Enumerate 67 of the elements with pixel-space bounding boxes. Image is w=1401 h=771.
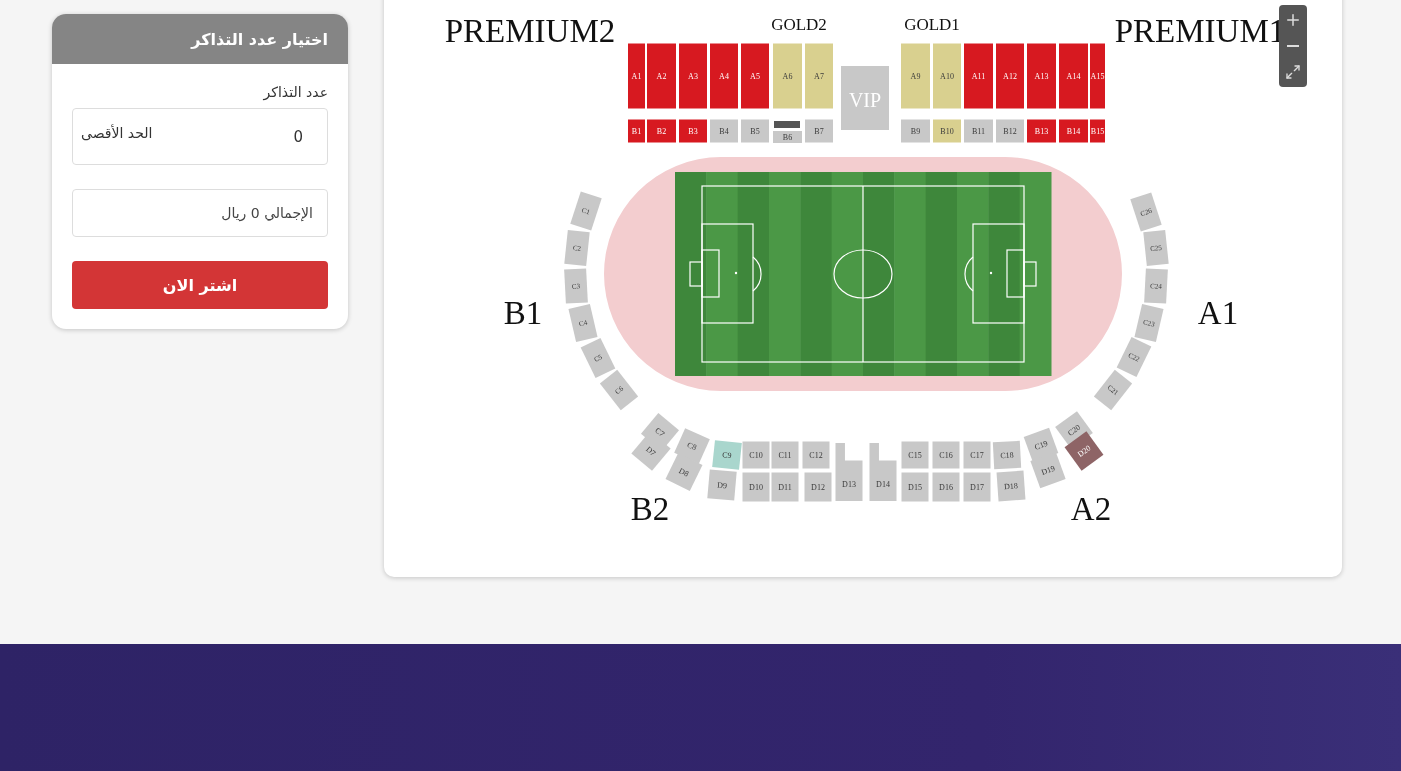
seat-block[interactable]: A3	[679, 43, 707, 109]
seat-block[interactable]: A13	[1027, 43, 1056, 109]
seat-block[interactable]: A10	[933, 43, 961, 109]
buy-button[interactable]: اشتر الان	[72, 261, 328, 309]
seat-block[interactable]: C9	[712, 440, 742, 470]
seat-block[interactable]: D17	[963, 472, 991, 502]
seat-block[interactable]: A4	[710, 43, 738, 109]
seat-block[interactable]: D19	[1030, 451, 1066, 489]
expand-icon	[1285, 64, 1301, 80]
seat-block[interactable]: B6	[773, 131, 802, 143]
zone-label: GOLD2	[771, 15, 827, 34]
seat-block[interactable]: C10	[742, 441, 770, 469]
zone-label: A1	[1197, 295, 1239, 331]
seat-block[interactable]: A7	[805, 43, 833, 109]
seat-block[interactable]: D13	[835, 443, 863, 501]
seat-block[interactable]: B2	[647, 119, 676, 143]
seat-block[interactable]: B7	[805, 119, 833, 143]
seat-block[interactable]: A2	[647, 43, 676, 109]
zone-label: B2	[630, 491, 670, 527]
seat-block[interactable]: A9	[901, 43, 930, 109]
seat-block[interactable]: A15	[1090, 43, 1105, 109]
seat-block[interactable]: C12	[802, 441, 830, 469]
seat-block[interactable]: D9	[707, 469, 737, 501]
seat-block[interactable]: B1	[628, 119, 645, 143]
plus-icon	[1284, 11, 1302, 29]
panel-title: اختيار عدد التذاكر	[191, 29, 328, 49]
zone-label: PREMIUM2	[444, 13, 616, 49]
seat-block[interactable]: D11	[771, 472, 799, 502]
seat-block[interactable]: A12	[996, 43, 1024, 109]
seat-block[interactable]: B4	[710, 119, 738, 143]
seat-block[interactable]: B12	[996, 119, 1024, 143]
seat-block[interactable]: A11	[964, 43, 993, 109]
seat-block[interactable]: A1	[628, 43, 645, 109]
seat-block[interactable]: A14	[1059, 43, 1088, 109]
seat-block[interactable]: D14	[869, 443, 897, 501]
field-label: عدد التذاكر	[263, 84, 328, 100]
seat-block[interactable]: B9	[901, 119, 930, 143]
seat-block[interactable]: B5	[741, 119, 769, 143]
seat-block[interactable]: C8	[674, 428, 710, 464]
zone-label: B1	[503, 295, 543, 331]
seat-block[interactable]: C11	[771, 441, 799, 469]
zone-label: A2	[1070, 491, 1112, 527]
seat-block[interactable]: C18	[992, 440, 1022, 470]
sign-plate	[774, 121, 800, 128]
seat-block[interactable]: C15	[901, 441, 929, 469]
seat-block[interactable]: B10	[933, 119, 961, 143]
field-value: 0	[293, 127, 303, 146]
total-field: الإجمالي 0 ريال	[72, 189, 328, 237]
seat-block[interactable]: A5	[741, 43, 769, 109]
max-label: الحد الأقصى	[81, 125, 153, 141]
zone-label: GOLD1	[904, 15, 960, 34]
seat-block[interactable]: B14	[1059, 119, 1088, 143]
minus-icon	[1287, 45, 1299, 47]
zone-label: PREMIUM1	[1114, 13, 1286, 49]
seat-block[interactable]: B15	[1090, 119, 1105, 143]
seat-block[interactable]: D10	[742, 472, 770, 502]
seat-block[interactable]: D8	[665, 453, 703, 491]
seat-block[interactable]: B11	[964, 119, 993, 143]
seat-block[interactable]: B3	[679, 119, 707, 143]
seat-block[interactable]: D12	[804, 472, 832, 502]
seat-block[interactable]: A6	[773, 43, 802, 109]
seat-block[interactable]: D18	[996, 470, 1026, 502]
seat-block[interactable]: D15	[901, 472, 929, 502]
seat-block[interactable]: B13	[1027, 119, 1056, 143]
seat-block[interactable]: C16	[932, 441, 960, 469]
seat-block[interactable]: C17	[963, 441, 991, 469]
seat-block[interactable]: D16	[932, 472, 960, 502]
